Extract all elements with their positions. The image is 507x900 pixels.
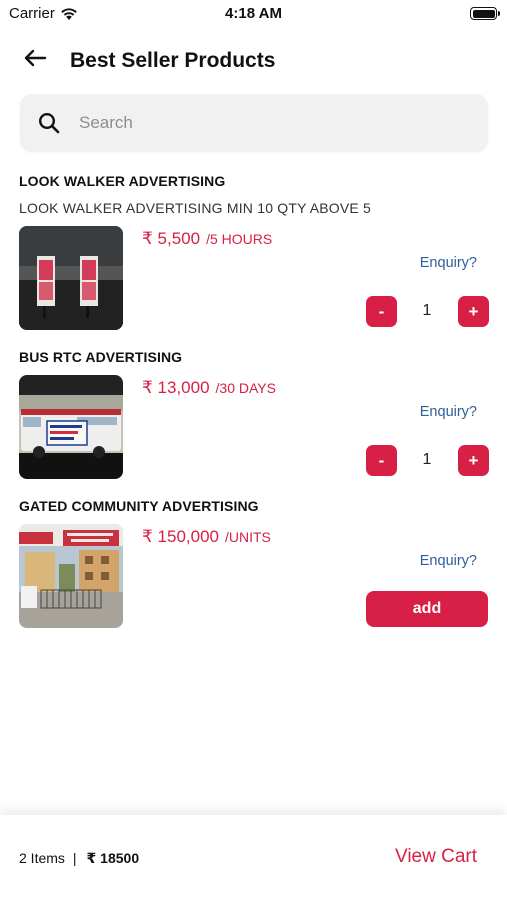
price-row: ₹ 13,000 /30 DAYS bbox=[142, 378, 276, 398]
product-unit: /30 DAYS bbox=[215, 380, 276, 396]
status-time: 4:18 AM bbox=[225, 5, 282, 22]
add-to-cart-button[interactable]: add bbox=[366, 591, 488, 627]
cart-summary: 2 Items | ₹ 18500 bbox=[19, 850, 139, 867]
view-cart-button[interactable]: View Cart bbox=[395, 846, 477, 868]
price-row: ₹ 5,500 /5 HOURS bbox=[142, 229, 272, 249]
decrease-quantity-button[interactable]: - bbox=[366, 445, 397, 476]
quantity-value: 1 bbox=[422, 302, 432, 319]
product-unit: /UNITS bbox=[225, 529, 271, 545]
back-button[interactable] bbox=[20, 47, 50, 73]
product-title: GATED COMMUNITY ADVERTISING bbox=[19, 498, 259, 514]
increase-quantity-button[interactable]: + bbox=[458, 445, 489, 476]
search-bar[interactable] bbox=[20, 94, 488, 152]
product-image[interactable] bbox=[19, 524, 123, 628]
status-bar: Carrier 4:18 AM bbox=[0, 0, 507, 28]
product-title: BUS RTC ADVERTISING bbox=[19, 349, 183, 365]
product-title: LOOK WALKER ADVERTISING bbox=[19, 173, 226, 189]
product-image[interactable] bbox=[19, 375, 123, 479]
price-row: ₹ 150,000 /UNITS bbox=[142, 527, 271, 547]
cart-summary-bar: 2 Items | ₹ 18500 View Cart bbox=[0, 815, 507, 900]
cart-total: ₹ 18500 bbox=[86, 850, 140, 866]
enquiry-link[interactable]: Enquiry? bbox=[420, 404, 477, 420]
enquiry-link[interactable]: Enquiry? bbox=[420, 553, 477, 569]
page-title: Best Seller Products bbox=[70, 49, 276, 72]
cart-item-count: 2 Items bbox=[19, 850, 65, 866]
search-input[interactable] bbox=[79, 113, 459, 133]
enquiry-link[interactable]: Enquiry? bbox=[420, 255, 477, 271]
battery-icon bbox=[470, 7, 500, 20]
product-image[interactable] bbox=[19, 226, 123, 330]
search-icon bbox=[37, 111, 61, 135]
cart-separator: | bbox=[72, 850, 77, 866]
increase-quantity-button[interactable]: + bbox=[458, 296, 489, 327]
battery-fill bbox=[472, 9, 495, 18]
product-price: ₹ 5,500 bbox=[142, 229, 201, 248]
product-price: ₹ 13,000 bbox=[142, 378, 210, 397]
product-price: ₹ 150,000 bbox=[142, 527, 219, 546]
quantity-value: 1 bbox=[422, 451, 432, 468]
product-description: LOOK WALKER ADVERTISING MIN 10 QTY ABOVE… bbox=[19, 200, 372, 216]
decrease-quantity-button[interactable]: - bbox=[366, 296, 397, 327]
product-unit: /5 HOURS bbox=[206, 231, 273, 247]
arrow-left-icon bbox=[23, 49, 47, 72]
